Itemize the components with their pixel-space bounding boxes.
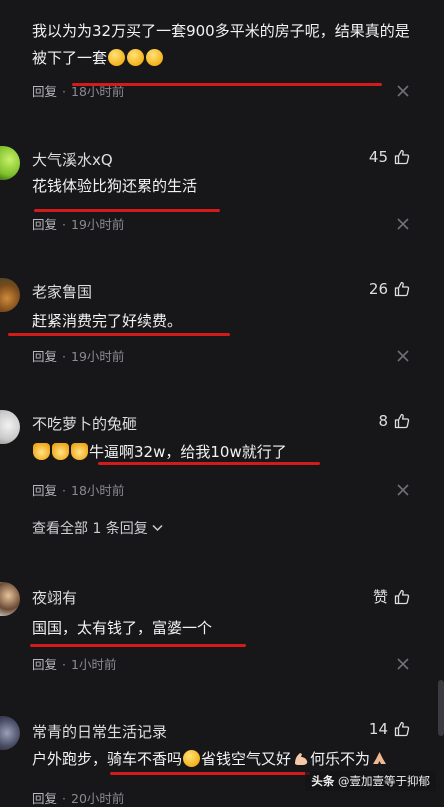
laughing-emoji-icon [146, 49, 164, 66]
avatar[interactable] [0, 278, 20, 312]
reply-button[interactable]: 回复 [32, 217, 57, 232]
comment-author[interactable]: 不吃萝卜的兔砸 [32, 413, 137, 434]
avatar[interactable] [0, 582, 20, 616]
like-count: 26 [368, 280, 388, 298]
thumbs-up-icon [394, 149, 410, 165]
comment-time: 18小时前 [71, 483, 125, 498]
reply-button[interactable]: 回复 [32, 84, 57, 99]
close-icon[interactable] [397, 218, 409, 230]
like-count: 45 [368, 148, 388, 166]
scrollbar[interactable] [438, 680, 444, 736]
like-count: 14 [368, 720, 388, 738]
comment-meta: 回复 · 19小时前 [32, 217, 125, 232]
annotation-underline [110, 772, 310, 775]
like-button[interactable]: 45 [369, 148, 410, 166]
annotation-underline [98, 462, 320, 465]
annotation-underline [34, 209, 220, 212]
close-icon[interactable] [397, 484, 409, 496]
flexed-bicep-emoji-icon [295, 753, 308, 765]
cat-emoji-icon [52, 443, 69, 460]
like-button[interactable]: 26 [369, 280, 410, 298]
watermark: 头条 @壹加壹等于抑郁 [305, 771, 436, 791]
annotation-underline [8, 333, 230, 336]
comment-time: 19小时前 [71, 349, 125, 364]
folded-hands-emoji-icon [373, 752, 387, 764]
comment-text: 赶紧消费完了好续费。 [32, 312, 183, 330]
laughing-emoji-icon [183, 750, 201, 767]
close-icon[interactable] [397, 350, 409, 362]
comment-meta: 回复 · 19小时前 [32, 349, 125, 364]
annotation-underline [72, 83, 382, 86]
like-button[interactable]: 8 [378, 412, 410, 430]
like-button[interactable]: 14 [369, 720, 410, 738]
thumbs-up-icon [394, 589, 410, 604]
comment-meta: 回复 · 18小时前 [32, 483, 125, 498]
reply-button[interactable]: 回复 [32, 349, 57, 364]
close-icon[interactable] [397, 85, 409, 97]
like-count: 8 [378, 412, 388, 430]
like-count: 赞 [372, 588, 388, 606]
close-icon[interactable] [397, 658, 409, 670]
comment-text: 我以为为32万买了一套900多平米的房子呢，结果真的是被下了一套 [32, 22, 410, 67]
avatar[interactable] [0, 716, 20, 750]
comment-meta: 回复 · 1小时前 [32, 657, 117, 672]
comment-author[interactable]: 大气溪水xQ [32, 149, 113, 170]
comment-time: 1小时前 [71, 657, 117, 672]
laughing-emoji-icon [127, 49, 145, 66]
annotation-underline [30, 644, 246, 647]
comment-text: 国国，太有钱了，富婆一个 [32, 619, 213, 637]
comment-author[interactable]: 常青的日常生活记录 [32, 721, 167, 742]
thumbs-up-icon [394, 413, 410, 429]
reply-button[interactable]: 回复 [32, 483, 57, 498]
avatar[interactable] [0, 410, 20, 444]
cat-emoji-icon [71, 443, 88, 460]
laughing-emoji-icon [108, 49, 126, 66]
comment-author[interactable]: 老家鲁国 [32, 281, 92, 302]
avatar[interactable] [0, 146, 20, 180]
cat-emoji-icon [33, 443, 50, 460]
comment-text: 户外跑步，骑车不香吗 省钱空气又好 何乐不为 [32, 746, 412, 773]
comment-author[interactable]: 夜翊有 [32, 587, 77, 608]
thumbs-up-icon [394, 721, 410, 737]
comment-time: 19小时前 [71, 217, 125, 232]
view-all-replies-button[interactable]: 查看全部 1 条回复 [32, 518, 163, 538]
comment-meta: 回复 · 20小时前 [32, 791, 125, 806]
reply-button[interactable]: 回复 [32, 657, 57, 672]
like-button[interactable]: 赞 [373, 586, 410, 607]
comment-text: 花钱体验比狗还累的生活 [32, 177, 198, 195]
comment-time: 18小时前 [71, 84, 125, 99]
thumbs-up-icon [394, 281, 410, 297]
chevron-down-icon [152, 524, 163, 532]
